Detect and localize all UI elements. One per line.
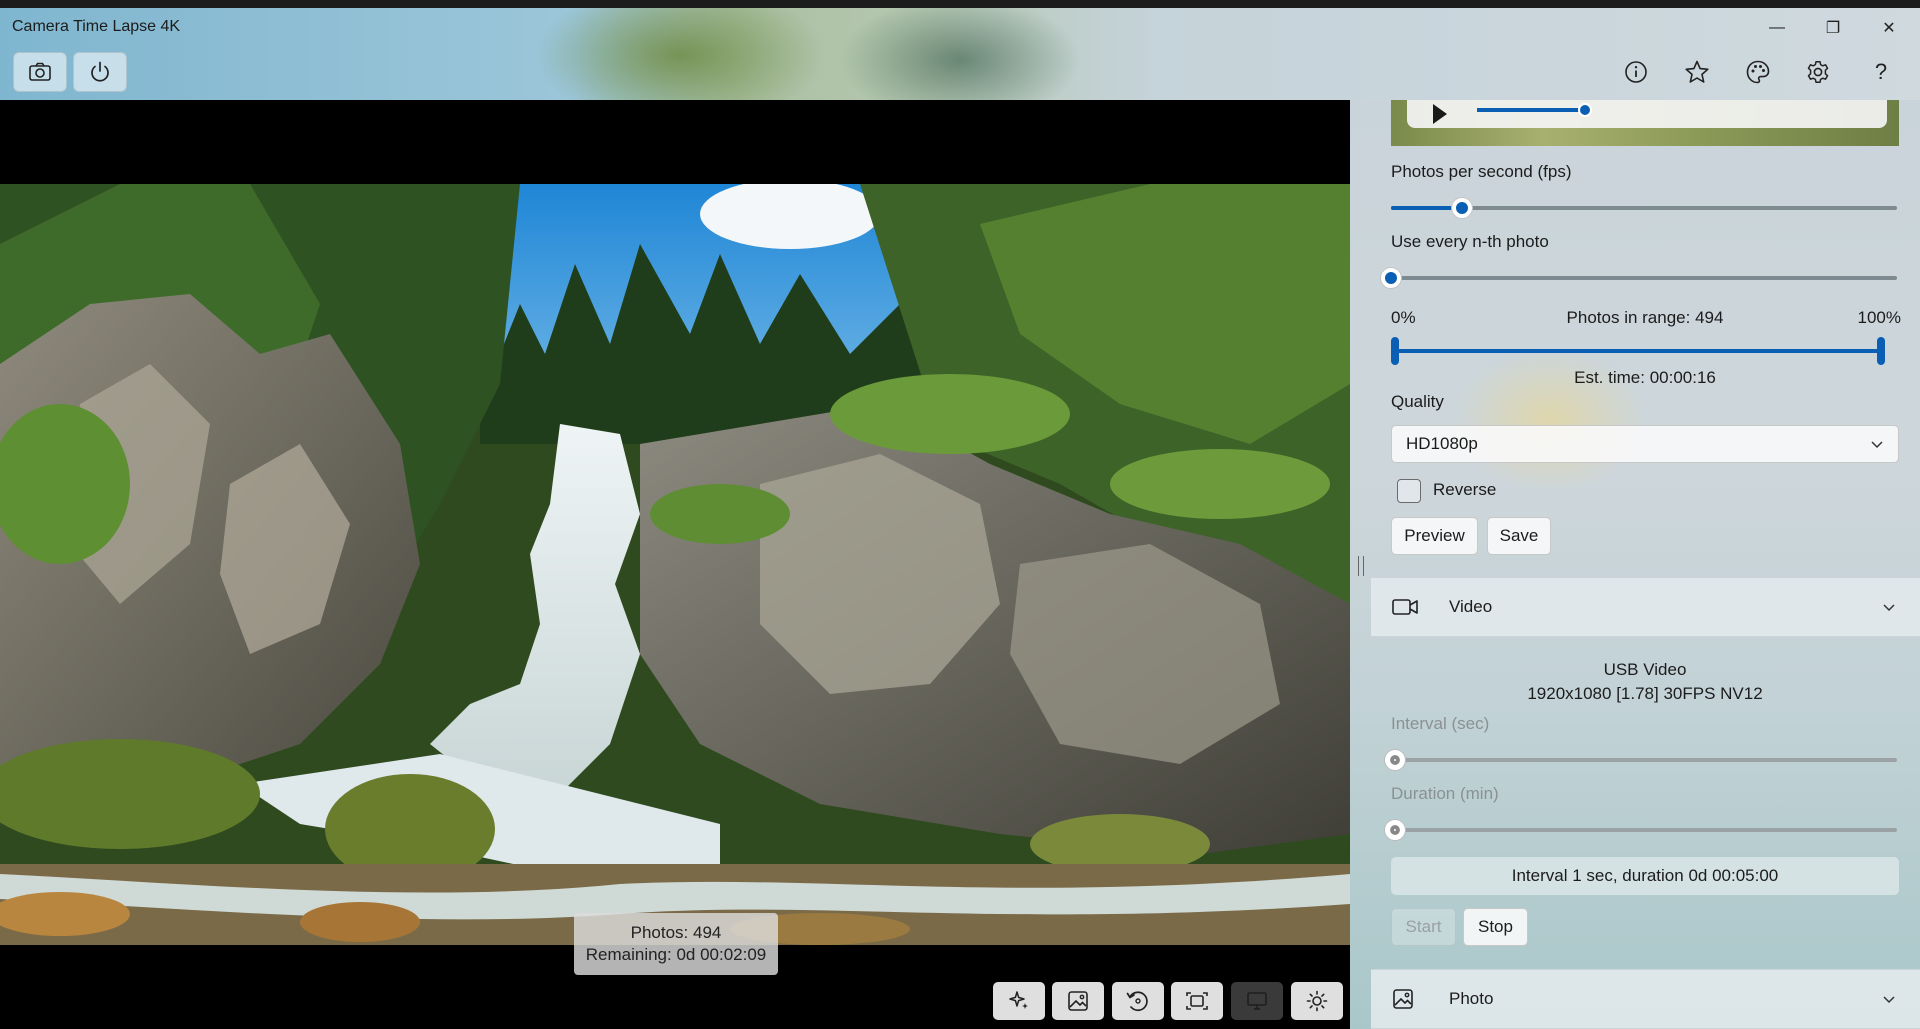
video-device-format: 1920x1080 [1.78] 30FPS NV12 (1527, 684, 1763, 703)
video-device-name: USB Video (1603, 660, 1687, 679)
chevron-down-icon (1870, 439, 1884, 449)
display-mode-button[interactable] (1231, 982, 1283, 1020)
estimated-time-text: Est. time: 00:00:16 (1574, 368, 1716, 387)
info-button[interactable] (1618, 56, 1654, 88)
effects-button[interactable] (993, 982, 1045, 1020)
photos-in-range-label: Photos in range: 494 (1566, 308, 1724, 327)
video-camera-icon (1391, 597, 1421, 617)
sparkle-icon (1007, 989, 1031, 1013)
restore-button[interactable]: ❐ (1810, 14, 1856, 42)
image-icon (1066, 989, 1090, 1013)
panel-splitter-handle[interactable] (1358, 556, 1364, 576)
brightness-button[interactable] (1291, 982, 1343, 1020)
reverse-label: Reverse (1433, 480, 1497, 499)
info-icon (1624, 60, 1648, 84)
close-button[interactable]: ✕ (1866, 14, 1912, 42)
remaining-time-text: Remaining: 0d 00:02:09 (585, 945, 767, 964)
reverse-checkbox[interactable] (1397, 479, 1421, 503)
video-section-header[interactable]: Video (1371, 577, 1920, 637)
fps-slider-thumb[interactable] (1452, 198, 1472, 218)
fps-label: Photos per second (fps) (1391, 162, 1572, 181)
capture-status-overlay: Photos: 494 Remaining: 0d 00:02:09 (574, 913, 778, 975)
theme-button[interactable] (1740, 56, 1776, 88)
photo-section-title: Photo (1449, 989, 1494, 1008)
help-icon: ? (1874, 59, 1888, 84)
photos-count-text: Photos: 494 (630, 923, 722, 942)
interval-label: Interval (sec) (1391, 714, 1490, 733)
nth-photo-slider[interactable] (1381, 268, 1897, 288)
gallery-button[interactable] (1052, 982, 1104, 1020)
brightness-icon (1305, 989, 1329, 1013)
monitor-icon (1245, 989, 1269, 1013)
range-start-handle[interactable] (1391, 337, 1399, 365)
camera-preview-area: Photos: 494 Remaining: 0d 00:02:09 (0, 100, 1350, 1029)
duration-slider[interactable] (1385, 820, 1897, 840)
duration-slider-thumb[interactable] (1385, 820, 1405, 840)
stop-button[interactable]: Stop (1463, 908, 1528, 946)
duration-label: Duration (min) (1391, 784, 1499, 803)
range-end-handle[interactable] (1877, 337, 1885, 365)
favorite-button[interactable] (1679, 56, 1715, 88)
rotate-icon (1125, 988, 1151, 1014)
photo-range-fill (1395, 349, 1881, 353)
chevron-down-icon (1882, 602, 1896, 612)
start-button[interactable]: Start (1391, 908, 1456, 946)
settings-button[interactable] (1800, 56, 1836, 88)
interval-slider-thumb[interactable] (1385, 750, 1405, 770)
rotate-button[interactable] (1112, 982, 1164, 1020)
nth-photo-label: Use every n-th photo (1391, 232, 1549, 251)
photo-section-header[interactable]: Photo (1371, 969, 1920, 1029)
help-button[interactable]: ? (1863, 56, 1899, 88)
camera-preview-image (0, 184, 1350, 945)
camera-icon (28, 61, 52, 83)
palette-icon (1745, 59, 1771, 85)
power-icon (88, 60, 112, 84)
minimize-button[interactable]: — (1754, 14, 1800, 42)
quality-label: Quality (1391, 392, 1444, 411)
quality-selected-value: HD1080p (1406, 434, 1478, 453)
star-icon (1684, 59, 1710, 85)
quality-select[interactable]: HD1080p (1391, 425, 1899, 463)
player-controls-bar[interactable] (1407, 100, 1887, 128)
save-button[interactable]: Save (1487, 517, 1551, 555)
window-top-border (0, 0, 1920, 8)
video-section-title: Video (1449, 597, 1493, 616)
app-title: Camera Time Lapse 4K (12, 18, 181, 35)
title-toolbar: Camera Time Lapse 4K — ❐ ✕ ? (0, 0, 1920, 100)
interval-slider[interactable] (1385, 750, 1897, 770)
photo-icon (1391, 987, 1421, 1011)
snapshot-button[interactable] (13, 52, 67, 92)
timelapse-player-thumbnail (1391, 100, 1899, 146)
power-button[interactable] (73, 52, 127, 92)
nth-photo-slider-thumb[interactable] (1381, 268, 1401, 288)
fit-button[interactable] (1171, 982, 1223, 1020)
settings-icon (1805, 59, 1831, 85)
fps-slider[interactable] (1391, 198, 1897, 218)
range-max-label: 100% (1857, 308, 1901, 327)
preview-button[interactable]: Preview (1391, 517, 1478, 555)
chevron-down-icon (1882, 994, 1896, 1004)
photo-range-slider[interactable] (1391, 337, 1885, 365)
fit-icon (1184, 989, 1210, 1013)
capture-summary-banner: Interval 1 sec, duration 0d 00:05:00 (1391, 857, 1899, 895)
